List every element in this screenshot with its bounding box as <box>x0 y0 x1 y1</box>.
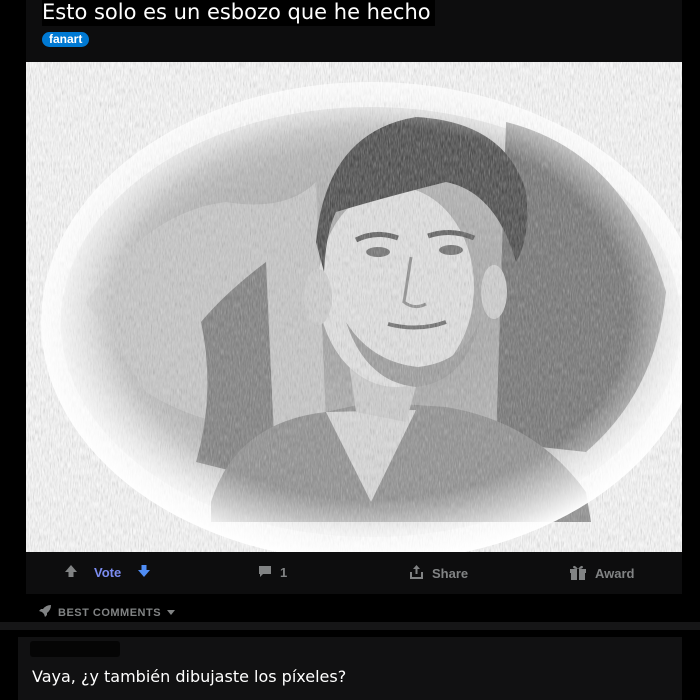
comments-button[interactable]: 1 <box>258 564 287 581</box>
vote-group: Vote <box>64 564 151 581</box>
post-image[interactable] <box>26 62 682 552</box>
flair-badge[interactable]: fanart <box>42 32 90 47</box>
post-action-bar: Vote 1 Share Award <box>26 554 682 592</box>
share-button[interactable]: Share <box>409 564 468 582</box>
share-label: Share <box>432 565 469 581</box>
comment-icon <box>258 564 272 581</box>
upvote-icon[interactable] <box>64 564 78 581</box>
sketch-portrait-image <box>26 62 682 552</box>
rocket-icon <box>38 604 52 621</box>
comment-item: Vaya, ¿y también dibujaste los píxeles? <box>18 637 682 700</box>
comment-sort-dropdown[interactable]: BEST COMMENTS <box>38 604 176 621</box>
comment-text: Vaya, ¿y también dibujaste los píxeles? <box>32 667 347 686</box>
gift-icon <box>569 564 587 583</box>
comment-count: 1 <box>280 565 288 580</box>
award-label: Award <box>595 566 635 581</box>
post-card: Esto solo es un esbozo que he hecho fana… <box>26 0 682 594</box>
comment-sort-label: BEST COMMENTS <box>58 606 162 619</box>
section-divider <box>0 622 700 630</box>
post-title[interactable]: Esto solo es un esbozo que he hecho <box>42 0 435 26</box>
award-button[interactable]: Award <box>569 564 635 583</box>
comment-actions <box>538 694 658 700</box>
chevron-down-icon <box>167 607 176 619</box>
downvote-icon[interactable] <box>137 564 151 581</box>
share-icon <box>409 564 424 582</box>
vote-label: Vote <box>94 565 122 580</box>
comment-username-redacted <box>30 641 120 657</box>
